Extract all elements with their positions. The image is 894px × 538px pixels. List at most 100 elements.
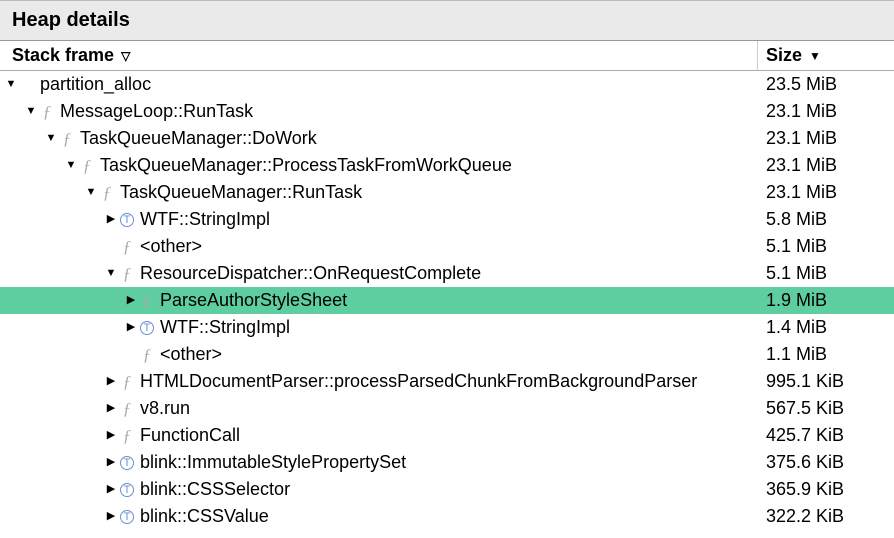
frame-label: MessageLoop::RunTask xyxy=(60,101,253,122)
function-icon: ƒ xyxy=(78,156,96,176)
tree-row[interactable]: ▶ƒFunctionCall425.7 KiB xyxy=(0,422,894,449)
frame-label: FunctionCall xyxy=(140,425,240,446)
size-cell: 322.2 KiB xyxy=(758,506,894,527)
size-cell: 567.5 KiB xyxy=(758,398,894,419)
tree-row[interactable]: ▼ƒTaskQueueManager::ProcessTaskFromWorkQ… xyxy=(0,152,894,179)
size-cell: 1.4 MiB xyxy=(758,317,894,338)
frame-label: ParseAuthorStyleSheet xyxy=(160,290,347,311)
frame-cell: ▼ƒResourceDispatcher::OnRequestComplete xyxy=(0,263,758,284)
frame-label: WTF::StringImpl xyxy=(160,317,290,338)
function-icon: ƒ xyxy=(138,345,156,365)
size-cell: 995.1 KiB xyxy=(758,371,894,392)
type-icon: T xyxy=(138,321,156,335)
frame-cell: ▼ƒpartition_alloc xyxy=(0,74,758,95)
frame-label: <other> xyxy=(140,236,202,257)
disclosure-down-icon[interactable]: ▼ xyxy=(24,106,38,117)
frame-cell: ▼ƒTaskQueueManager::ProcessTaskFromWorkQ… xyxy=(0,155,758,176)
type-icon: T xyxy=(118,213,136,227)
tree-row[interactable]: ▶ƒ<other>5.1 MiB xyxy=(0,233,894,260)
disclosure-right-icon[interactable]: ▶ xyxy=(104,376,118,387)
function-icon: ƒ xyxy=(118,426,136,446)
panel-title: Heap details xyxy=(0,0,894,41)
frame-cell: ▼ƒTaskQueueManager::DoWork xyxy=(0,128,758,149)
frame-cell: ▶ƒ<other> xyxy=(0,236,758,257)
tree-row[interactable]: ▶T WTF::StringImpl 1.4 MiB xyxy=(0,314,894,341)
tree-row[interactable]: ▶ƒ<other>1.1 MiB xyxy=(0,341,894,368)
frame-cell: ▶T WTF::StringImpl xyxy=(0,317,758,338)
frame-cell: ▶Tblink::ImmutableStylePropertySet xyxy=(0,452,758,473)
tree-row[interactable]: ▼ƒMessageLoop::RunTask23.1 MiB xyxy=(0,98,894,125)
disclosure-down-icon[interactable]: ▼ xyxy=(64,160,78,171)
frame-label: TaskQueueManager::RunTask xyxy=(120,182,362,203)
tree-row[interactable]: ▶ƒHTMLDocumentParser::processParsedChunk… xyxy=(0,368,894,395)
column-header-size-label: Size xyxy=(766,45,802,65)
frame-label: blink::CSSSelector xyxy=(140,479,290,500)
disclosure-right-icon[interactable]: ▶ xyxy=(124,322,138,333)
tree-row[interactable]: ▶Tblink::CSSSelector 365.9 KiB xyxy=(0,476,894,503)
column-header-frame-label: Stack frame xyxy=(12,45,114,65)
tree-rows-container: ▼ƒpartition_alloc23.5 MiB▼ƒMessageLoop::… xyxy=(0,71,894,530)
frame-label: ResourceDispatcher::OnRequestComplete xyxy=(140,263,481,284)
frame-cell: ▶ƒHTMLDocumentParser::processParsedChunk… xyxy=(0,371,758,392)
tree-row[interactable]: ▶ƒv8.run567.5 KiB xyxy=(0,395,894,422)
tree-row[interactable]: ▼ƒResourceDispatcher::OnRequestComplete5… xyxy=(0,260,894,287)
function-icon: ƒ xyxy=(138,291,156,311)
tree-row[interactable]: ▼ƒTaskQueueManager::RunTask 23.1 MiB xyxy=(0,179,894,206)
function-icon: ƒ xyxy=(58,129,76,149)
column-header-row: Stack frame ▽ Size ▼ xyxy=(0,41,894,71)
frame-label: TaskQueueManager::ProcessTaskFromWorkQue… xyxy=(100,155,512,176)
function-icon: ƒ xyxy=(38,102,56,122)
type-icon: T xyxy=(118,483,136,497)
frame-cell: ▼ƒMessageLoop::RunTask xyxy=(0,101,758,122)
function-icon: ƒ xyxy=(118,237,136,257)
frame-label: blink::CSSValue xyxy=(140,506,269,527)
size-cell: 5.8 MiB xyxy=(758,209,894,230)
tree-row[interactable]: ▼ƒTaskQueueManager::DoWork23.1 MiB xyxy=(0,125,894,152)
disclosure-right-icon[interactable]: ▶ xyxy=(104,430,118,441)
size-cell: 5.1 MiB xyxy=(758,236,894,257)
frame-label: <other> xyxy=(160,344,222,365)
frame-label: HTMLDocumentParser::processParsedChunkFr… xyxy=(140,371,697,392)
disclosure-right-icon[interactable]: ▶ xyxy=(104,484,118,495)
frame-label: v8.run xyxy=(140,398,190,419)
size-cell: 365.9 KiB xyxy=(758,479,894,500)
size-cell: 1.9 MiB xyxy=(758,290,894,311)
tree-row[interactable]: ▶Tblink::ImmutableStylePropertySet375.6 … xyxy=(0,449,894,476)
tree-row[interactable]: ▶ƒParseAuthorStyleSheet1.9 MiB xyxy=(0,287,894,314)
column-header-frame[interactable]: Stack frame ▽ xyxy=(0,41,758,70)
size-cell: 23.5 MiB xyxy=(758,74,894,95)
frame-cell: ▶ƒ<other> xyxy=(0,344,758,365)
disclosure-down-icon[interactable]: ▼ xyxy=(104,268,118,279)
disclosure-down-icon[interactable]: ▼ xyxy=(44,133,58,144)
disclosure-down-icon[interactable]: ▼ xyxy=(4,79,18,90)
frame-label: TaskQueueManager::DoWork xyxy=(80,128,317,149)
function-icon: ƒ xyxy=(98,183,116,203)
size-cell: 1.1 MiB xyxy=(758,344,894,365)
frame-cell: ▶ƒv8.run xyxy=(0,398,758,419)
disclosure-right-icon[interactable]: ▶ xyxy=(104,511,118,522)
size-cell: 23.1 MiB xyxy=(758,155,894,176)
size-cell: 375.6 KiB xyxy=(758,452,894,473)
size-cell: 23.1 MiB xyxy=(758,128,894,149)
frame-cell: ▶ƒFunctionCall xyxy=(0,425,758,446)
type-icon: T xyxy=(118,510,136,524)
disclosure-right-icon[interactable]: ▶ xyxy=(104,457,118,468)
frame-label: WTF::StringImpl xyxy=(140,209,270,230)
function-icon: ƒ xyxy=(118,372,136,392)
function-icon: ƒ xyxy=(118,399,136,419)
size-cell: 5.1 MiB xyxy=(758,263,894,284)
disclosure-right-icon[interactable]: ▶ xyxy=(124,295,138,306)
function-icon: ƒ xyxy=(118,264,136,284)
tree-row[interactable]: ▼ƒpartition_alloc23.5 MiB xyxy=(0,71,894,98)
sort-indicator-icon: ▽ xyxy=(121,49,130,63)
disclosure-down-icon[interactable]: ▼ xyxy=(84,187,98,198)
size-cell: 425.7 KiB xyxy=(758,425,894,446)
disclosure-right-icon[interactable]: ▶ xyxy=(104,214,118,225)
disclosure-right-icon[interactable]: ▶ xyxy=(104,403,118,414)
size-cell: 23.1 MiB xyxy=(758,182,894,203)
frame-cell: ▶ƒParseAuthorStyleSheet xyxy=(0,290,758,311)
frame-cell: ▶Tblink::CSSValue xyxy=(0,506,758,527)
tree-row[interactable]: ▶Tblink::CSSValue322.2 KiB xyxy=(0,503,894,530)
tree-row[interactable]: ▶T WTF::StringImpl 5.8 MiB xyxy=(0,206,894,233)
column-header-size[interactable]: Size ▼ xyxy=(758,41,894,70)
